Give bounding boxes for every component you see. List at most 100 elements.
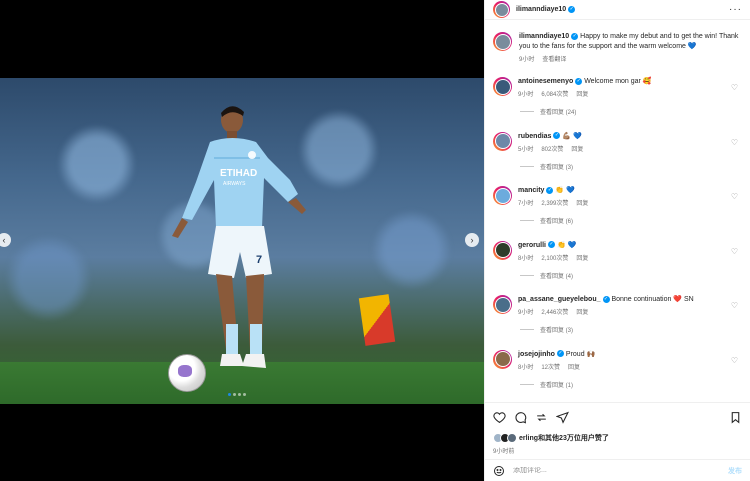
player-figure: ETIHAD AIRWAYS 7 [172,106,306,368]
view-replies-text: 查看回复 (1) [540,382,574,389]
likes-text: 和其他23万位用户赞了 [538,435,609,442]
reply-button[interactable]: 回复 [576,90,588,100]
verified-badge-icon: ✓ [546,186,554,194]
comment-time: 8小时 [518,364,534,371]
comment-likes[interactable]: 2,399次赞 [541,199,568,209]
heart-icon[interactable]: ♡ [731,192,738,201]
comment-time: 8小时 [518,255,534,262]
reply-button[interactable]: 回复 [571,145,583,155]
comment-text: 👏 💙 [555,187,575,194]
comment-username[interactable]: mancity [518,187,544,194]
post-header: ilimanndiaye10 ✓ ··· [485,0,750,20]
comment-icon[interactable] [514,411,527,424]
comment-username[interactable]: josejojinho [518,351,555,358]
verified-badge-icon: ✓ [602,295,610,303]
reply-button[interactable]: 回复 [568,363,580,373]
comment-input[interactable] [513,467,728,474]
heart-icon[interactable]: ♡ [731,138,738,147]
heart-icon[interactable]: ♡ [731,247,738,256]
comment-likes[interactable]: 802次赞 [541,145,563,155]
view-replies-link[interactable]: 查看回复 (24) [520,107,576,116]
comment-item: josejojinho ✓ Proud 🙌🏾 8小时 12次赞 回复 ♡ 查看回复… [493,347,742,402]
see-translation-link[interactable]: 查看翻译 [542,55,566,65]
heart-icon[interactable]: ♡ [731,356,738,365]
instagram-post-dialog: ETIHAD AIRWAYS 7 ‹ › ilimanndiaye10 ✓ ··… [0,0,750,481]
view-replies-text: 查看回复 (3) [540,328,574,334]
divider [520,220,534,221]
comment-likes[interactable]: 2,100次赞 [541,254,568,264]
liked-by-username[interactable]: erling [519,435,538,442]
comment-likes[interactable]: 6,084次赞 [541,90,568,100]
repost-icon[interactable] [535,411,548,424]
comment-likes[interactable]: 12次赞 [541,363,560,373]
view-replies-link[interactable]: 查看回复 (3) [520,162,573,171]
comment-username[interactable]: pa_assane_gueyelebou_ [518,296,601,303]
verified-badge-icon: ✓ [571,32,579,40]
emoji-icon[interactable] [493,465,505,477]
comment-item: rubendias ✓ 💪🏽 💙 5小时 802次赞 回复 ♡ 查看回复 (3) [493,129,742,184]
divider [520,111,534,112]
comment-username[interactable]: antoinesemenyo [518,78,573,85]
carousel-indicator [228,393,246,396]
comment-text: Welcome mon gar 🥰 [584,78,652,85]
post-caption: ilimanndiaye10 ✓ Happy to make my debut a… [493,24,742,74]
verified-badge-icon: ✓ [575,77,583,85]
caption-username[interactable]: ilimanndiaye10 [519,33,569,40]
send-icon[interactable] [556,411,569,424]
chevron-right-icon[interactable]: › [465,233,479,247]
comment-item: antoinesemenyo ✓ Welcome mon gar 🥰 9小时 6,… [493,74,742,129]
more-horizontal-icon[interactable]: ··· [729,4,742,15]
commenter-avatar[interactable] [493,240,512,260]
view-replies-link[interactable]: 查看回复 (3) [520,325,573,334]
view-replies-link[interactable]: 查看回复 (1) [520,380,573,389]
divider [520,383,534,385]
post-photo: ETIHAD AIRWAYS 7 [0,78,484,404]
comments-panel: ilimanndiaye10 ✓ ··· ilimanndiaye10 ✓ Hap… [484,0,750,481]
comment-time: 9小时 [518,92,534,98]
reply-button[interactable]: 回复 [576,308,588,318]
commenter-avatar[interactable] [493,186,512,205]
commenter-avatar[interactable] [493,295,512,314]
heart-icon[interactable]: ♡ [731,83,738,92]
reply-button[interactable]: 回复 [576,254,588,264]
bookmark-icon[interactable] [729,411,742,424]
view-replies-text: 查看回复 (6) [540,219,574,225]
comment-text: Proud 🙌🏾 [565,350,596,358]
view-replies-link[interactable]: 查看回复 (4) [520,271,573,280]
view-replies-link[interactable]: 查看回复 (6) [520,216,573,225]
post-comment-button[interactable]: 发布 [728,466,742,476]
heart-icon[interactable]: ♡ [731,301,738,310]
author-username[interactable]: ilimanndiaye10 [516,6,566,13]
author-avatar[interactable] [493,1,510,18]
comment-time: 5小时 [518,146,534,153]
comment-likes[interactable]: 2,446次赞 [541,308,568,318]
commenter-avatar[interactable] [493,77,512,96]
media-pane: ETIHAD AIRWAYS 7 ‹ › [0,0,484,481]
commenter-avatar[interactable] [493,131,512,151]
comment-item: gerorulli ✓ 👏 💙 8小时 2,100次赞 回复 ♡ 查看回复 (4) [493,238,742,293]
svg-text:AIRWAYS: AIRWAYS [223,181,246,187]
author-avatar[interactable] [493,32,512,51]
svg-text:ETIHAD: ETIHAD [220,168,257,179]
comment-item: mancity ✓ 👏 💙 7小时 2,399次赞 回复 ♡ 查看回复 (6) [493,183,742,238]
comments-list: ilimanndiaye10 ✓ Happy to make my debut a… [485,24,750,402]
comment-time: 7小时 [518,201,534,207]
commenter-avatar[interactable] [493,349,512,369]
comment-username[interactable]: rubendias [518,133,551,140]
football [168,354,206,392]
heart-icon[interactable] [493,411,506,424]
caption-time: 9小时 [519,57,535,63]
divider [520,274,534,276]
verified-badge-icon: ✓ [568,6,576,13]
corner-flag [358,294,396,346]
comment-text: Bonne continuation ❤️ SN [611,296,694,303]
svg-text:7: 7 [256,254,262,266]
carousel-dot [243,393,246,396]
comment-composer: 发布 [485,459,750,481]
comment-username[interactable]: gerorulli [518,242,546,249]
comment-text: 👏 💙 [556,241,577,249]
reply-button[interactable]: 回复 [576,199,588,209]
liker-avatars [493,433,517,443]
carousel-dot [238,393,241,396]
likes-summary[interactable]: erling 和其他23万位用户赞了 [493,433,742,443]
